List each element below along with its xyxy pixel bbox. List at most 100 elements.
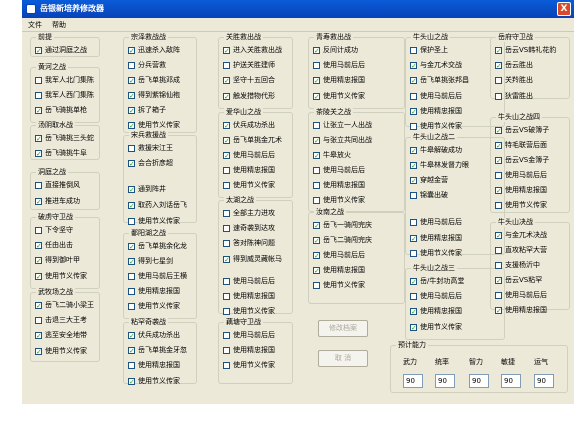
checkbox-box[interactable]: ✓: [128, 378, 135, 386]
option-checkbox[interactable]: ✓ 使用马前后后: [313, 250, 383, 261]
checkbox-box[interactable]: [223, 332, 230, 339]
checkbox-box[interactable]: [223, 240, 230, 247]
option-checkbox[interactable]: ✓ 伏兵成功杀出: [223, 120, 293, 131]
checkbox-box[interactable]: ✓: [410, 77, 417, 85]
option-checkbox[interactable]: 下令坚守: [35, 225, 105, 236]
option-checkbox[interactable]: 让张立一人出战: [313, 120, 383, 131]
checkbox-box[interactable]: ✓: [313, 77, 320, 85]
checkbox-box[interactable]: ✓: [495, 187, 502, 195]
option-checkbox[interactable]: 使用精忠报国: [128, 286, 198, 297]
checkbox-box[interactable]: ✓: [35, 257, 42, 265]
checkbox-box[interactable]: [223, 225, 230, 232]
option-checkbox[interactable]: 使用节义传家: [128, 301, 198, 312]
option-checkbox[interactable]: ✓ 使用节义传家: [313, 91, 383, 102]
checkbox-box[interactable]: ✓: [313, 267, 320, 275]
option-checkbox[interactable]: 使用马前后后: [495, 290, 565, 301]
option-checkbox[interactable]: 使用马前后后: [495, 170, 565, 181]
checkbox-box[interactable]: ✓: [410, 308, 417, 316]
checkbox-box[interactable]: [313, 282, 320, 289]
checkbox-box[interactable]: ✓: [223, 122, 230, 130]
option-checkbox[interactable]: 使用节义传家: [223, 360, 293, 371]
checkbox-box[interactable]: [128, 218, 135, 225]
option-checkbox[interactable]: ✓ 使用精忠报国: [495, 305, 565, 316]
option-checkbox[interactable]: 使用马前后王横: [128, 271, 198, 282]
checkbox-box[interactable]: ✓: [410, 177, 417, 185]
checkbox-box[interactable]: ✓: [410, 108, 417, 116]
option-checkbox[interactable]: 使用节义传家: [495, 200, 565, 211]
checkbox-box[interactable]: [128, 288, 135, 295]
option-checkbox[interactable]: 使用精忠报国: [223, 165, 293, 176]
option-checkbox[interactable]: ✓ 岳飞单挑张邦昌: [410, 75, 480, 86]
checkbox-box[interactable]: ✓: [410, 147, 417, 155]
checkbox-box[interactable]: [128, 362, 135, 369]
checkbox-box[interactable]: [128, 145, 135, 152]
checkbox-box[interactable]: [495, 247, 502, 254]
option-checkbox[interactable]: 支援杨沂中: [495, 260, 565, 271]
option-checkbox[interactable]: ✓ 岳云VS粘罕: [495, 275, 565, 286]
checkbox-box[interactable]: [223, 293, 230, 300]
option-checkbox[interactable]: ✓ 伏兵成功杀出: [128, 330, 198, 341]
option-checkbox[interactable]: ✓ 任由出击: [35, 240, 105, 251]
checkbox-box[interactable]: [410, 123, 417, 130]
option-checkbox[interactable]: ✓ 岳飞骑挑三头蛇: [35, 133, 105, 144]
checkbox-box[interactable]: [35, 227, 42, 234]
option-checkbox[interactable]: ✓ 岳云VS破簿子: [495, 125, 565, 136]
checkbox-box[interactable]: [223, 167, 230, 174]
option-checkbox[interactable]: 使用马前后后: [313, 165, 383, 176]
checkbox-box[interactable]: ✓: [223, 47, 230, 55]
checkbox-box[interactable]: ✓: [128, 107, 135, 115]
option-checkbox[interactable]: 使用精忠报国: [128, 360, 198, 371]
option-checkbox[interactable]: ✓ 取药入刘话岳飞: [128, 200, 198, 211]
option-checkbox[interactable]: ✓ 岳云VS韩礼花豹: [495, 45, 565, 56]
option-checkbox[interactable]: ✓ 迅速杀入敌阵: [128, 45, 198, 56]
option-checkbox[interactable]: ✓ 牛皋林发督力眼: [410, 160, 480, 171]
option-checkbox[interactable]: ✓ 岳飞单挑金牙忽: [128, 345, 198, 356]
checkbox-box[interactable]: ✓: [35, 242, 42, 250]
modify-save-button[interactable]: 修改档案: [318, 320, 368, 337]
checkbox-box[interactable]: ✓: [223, 256, 230, 264]
option-checkbox[interactable]: ✓ 岳云VS金簿子: [495, 155, 565, 166]
checkbox-box[interactable]: [410, 219, 417, 226]
checkbox-box[interactable]: [313, 122, 320, 129]
option-checkbox[interactable]: ✓ 使用精忠报国: [313, 265, 383, 276]
option-checkbox[interactable]: ✓ 岳云胜出: [495, 60, 565, 71]
strength-input[interactable]: 90: [403, 374, 423, 388]
checkbox-box[interactable]: ✓: [313, 237, 320, 245]
option-checkbox[interactable]: 使用节义传家: [223, 306, 293, 317]
option-checkbox[interactable]: ✓ 岳飞骑挑单枪: [35, 105, 105, 116]
checkbox-box[interactable]: ✓: [495, 157, 502, 165]
checkbox-box[interactable]: [495, 262, 502, 269]
checkbox-box[interactable]: ✓: [495, 277, 502, 285]
checkbox-box[interactable]: ✓: [410, 324, 417, 332]
checkbox-box[interactable]: [128, 62, 135, 69]
checkbox-box[interactable]: ✓: [35, 348, 42, 356]
menu-help[interactable]: 帮助: [52, 20, 66, 30]
checkbox-box[interactable]: ✓: [223, 93, 230, 101]
option-checkbox[interactable]: ✓ 会合折彦超: [128, 158, 198, 169]
option-checkbox[interactable]: 使用节义传家: [313, 195, 383, 206]
checkbox-box[interactable]: [313, 182, 320, 189]
option-checkbox[interactable]: ✓ 得到威灵藏帐马: [223, 254, 293, 265]
option-checkbox[interactable]: ✓ 特毛联营后面: [495, 140, 565, 151]
option-checkbox[interactable]: 击退三大王考: [35, 315, 105, 326]
option-checkbox[interactable]: 使用马前后后: [313, 60, 383, 71]
checkbox-box[interactable]: ✓: [495, 142, 502, 150]
option-checkbox[interactable]: ✓ 岳飞单挑余化龙: [128, 241, 198, 252]
checkbox-box[interactable]: [313, 197, 320, 204]
option-checkbox[interactable]: 使用马前后后: [410, 91, 480, 102]
checkbox-box[interactable]: ✓: [495, 232, 502, 240]
option-checkbox[interactable]: ✓ 使用精忠报国: [410, 233, 480, 244]
checkbox-box[interactable]: ✓: [313, 47, 320, 55]
checkbox-box[interactable]: ✓: [495, 127, 502, 135]
checkbox-box[interactable]: ✓: [223, 137, 230, 145]
checkbox-box[interactable]: [223, 210, 230, 217]
option-checkbox[interactable]: 救援宋江王: [128, 143, 198, 154]
option-checkbox[interactable]: 我军人西门集陈: [35, 90, 105, 101]
option-checkbox[interactable]: ✓ 坚守十五回合: [223, 75, 293, 86]
checkbox-box[interactable]: ✓: [410, 162, 417, 170]
checkbox-box[interactable]: [35, 77, 42, 84]
checkbox-box[interactable]: ✓: [128, 47, 135, 55]
checkbox-box[interactable]: ✓: [410, 62, 417, 70]
intellect-input[interactable]: 90: [469, 374, 489, 388]
checkbox-box[interactable]: [223, 362, 230, 369]
